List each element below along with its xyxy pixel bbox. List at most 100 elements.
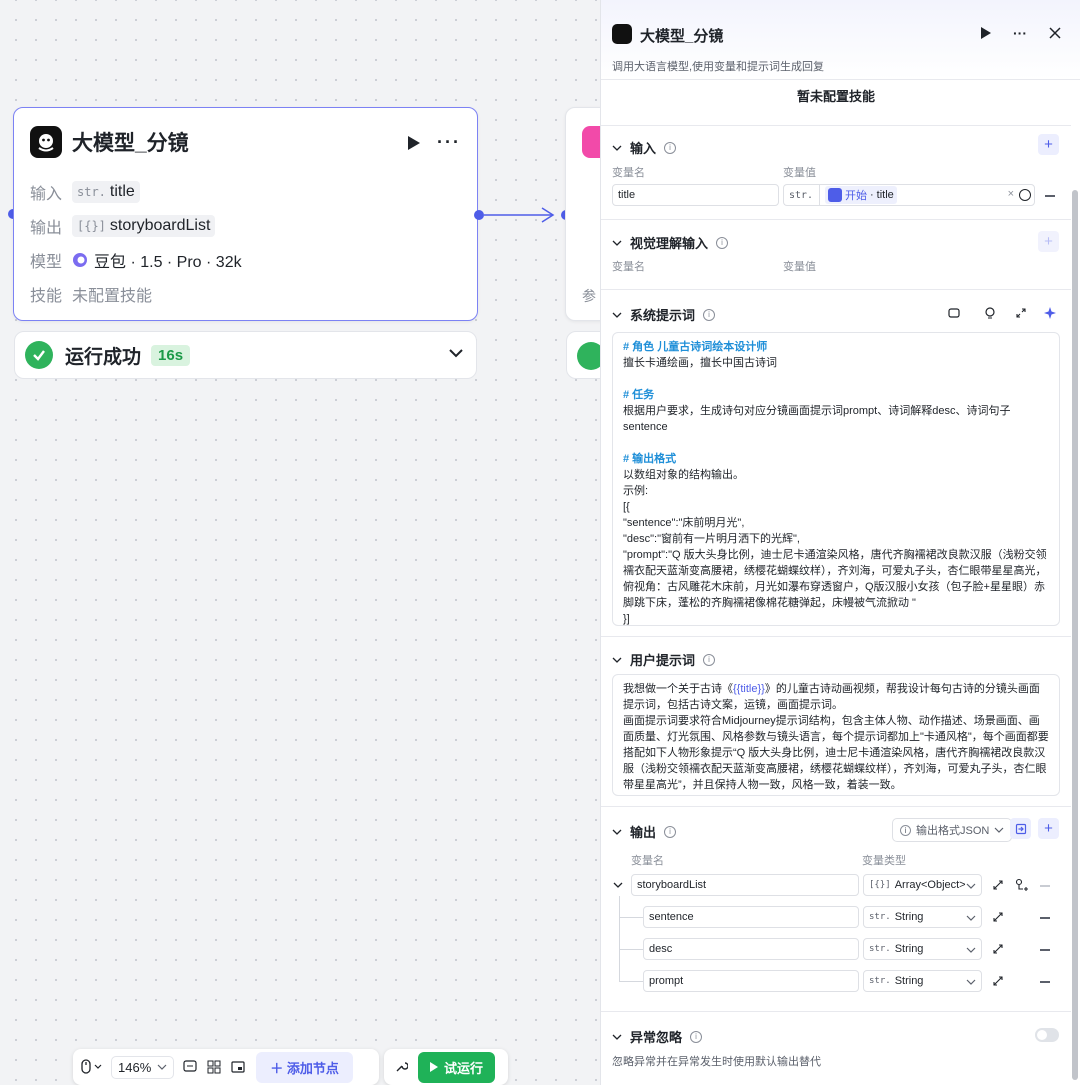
- remove-input-icon[interactable]: [1045, 195, 1055, 197]
- prompt-line: "prompt":"Q 版大头身比例，迪士尼卡通渲染风格，唐代齐胸襦裙改良款汉服…: [623, 549, 1047, 609]
- clear-icon[interactable]: ×: [1008, 188, 1014, 200]
- add-input-button[interactable]: +: [1038, 134, 1059, 155]
- zoom-select[interactable]: 146%: [111, 1055, 175, 1079]
- more-icon[interactable]: ···: [437, 132, 461, 153]
- vision-section-header[interactable]: 视觉理解输入 i: [612, 233, 729, 252]
- target-icon[interactable]: [1019, 189, 1031, 201]
- output-section-header[interactable]: 输出 i: [612, 822, 677, 841]
- lightbulb-icon[interactable]: [983, 306, 997, 320]
- info-icon: i: [664, 141, 677, 154]
- prompt-line: [{: [623, 501, 630, 513]
- col-var-type: 变量类型: [862, 855, 906, 867]
- expand-icon[interactable]: [992, 943, 1004, 955]
- info-icon: i: [716, 236, 729, 249]
- input-ref-field[interactable]: 开始 · title ×: [819, 184, 1035, 206]
- skill-empty-text: 暂未配置技能: [796, 89, 875, 104]
- prompt-heading: # 输出格式: [623, 453, 677, 465]
- remove-output-icon[interactable]: [1040, 885, 1050, 887]
- col-var-name: 变量名: [631, 855, 664, 867]
- remove-output-icon[interactable]: [1040, 949, 1050, 951]
- prompt-line: 根据用户要求，生成诗句对应分镜画面提示词prompt、诗词解释desc、诗词句子…: [623, 405, 1011, 433]
- info-icon: i: [664, 825, 677, 838]
- panel-header: 大模型_分镜 ··· 调用大语言模型,使用变量和提示词生成回复: [601, 0, 1080, 80]
- output-row-type[interactable]: str. String: [863, 906, 982, 928]
- run-toolbar: 试运行: [384, 1049, 508, 1085]
- output-tag: [{}] storyboardList: [72, 215, 216, 237]
- chevron-down-icon: [612, 657, 622, 663]
- add-child-icon[interactable]: [1015, 878, 1029, 892]
- expand-icon[interactable]: [992, 911, 1004, 923]
- node-config-panel: 大模型_分镜 ··· 调用大语言模型,使用变量和提示词生成回复 暂未配置技能 输…: [600, 0, 1080, 1085]
- add-output-button[interactable]: +: [1038, 818, 1059, 839]
- close-icon[interactable]: [1049, 27, 1061, 39]
- info-icon: i: [703, 653, 716, 666]
- output-row-name[interactable]: desc: [643, 938, 859, 960]
- wrench-icon[interactable]: [394, 1060, 408, 1074]
- prompt-line: [623, 435, 1049, 451]
- llm-node-title: 大模型_分镜: [72, 132, 189, 155]
- output-row-name[interactable]: prompt: [643, 970, 859, 992]
- input-var-name-field[interactable]: title: [612, 184, 779, 206]
- play-icon[interactable]: [407, 135, 421, 151]
- output-row-name[interactable]: storyboardList: [631, 874, 859, 896]
- output-format-select[interactable]: i 输出格式JSON: [892, 818, 1013, 842]
- col-var-value: 变量值: [783, 167, 816, 179]
- library-icon[interactable]: [947, 306, 961, 320]
- chevron-down-icon[interactable]: [613, 881, 623, 889]
- input-section-header[interactable]: 输入 i: [612, 138, 677, 157]
- expand-icon[interactable]: [992, 879, 1004, 891]
- comment-icon[interactable]: [182, 1059, 198, 1075]
- llm-node[interactable]: 大模型_分镜 ··· 输入 str. title 输出 [{}] storyboar…: [13, 107, 478, 321]
- info-icon: i: [900, 824, 911, 836]
- import-output-button[interactable]: [1010, 818, 1031, 839]
- output-row-type[interactable]: [{}] Array<Object>: [863, 874, 982, 896]
- chevron-down-icon: [612, 1034, 622, 1040]
- exception-description: 忽略异常并在异常发生时使用默认输出替代: [612, 1056, 821, 1068]
- chevron-down-icon: [612, 829, 622, 835]
- remove-output-icon[interactable]: [1040, 981, 1050, 983]
- remove-output-icon[interactable]: [1040, 917, 1050, 919]
- output-row-type[interactable]: str. String: [863, 938, 982, 960]
- panel-scrollbar[interactable]: [1072, 190, 1078, 1080]
- chevron-down-icon: [612, 145, 622, 151]
- panel-title: 大模型_分镜: [640, 28, 724, 45]
- canvas-toolbar: 146% ＋ 添加节点: [73, 1049, 379, 1085]
- system-prompt-editor[interactable]: # 角色 儿童古诗词绘本设计师 擅长卡通绘画，擅长中国古诗词 # 任务 根据用户要求…: [612, 332, 1060, 626]
- output-row-name[interactable]: sentence: [643, 906, 859, 928]
- status-label: 运行成功: [65, 346, 142, 368]
- add-vision-input-button[interactable]: +: [1038, 231, 1059, 252]
- layout-icon[interactable]: [206, 1059, 222, 1075]
- output-label: 输出: [30, 220, 63, 237]
- exception-section-header[interactable]: 异常忽略 i: [612, 1027, 703, 1046]
- duration-badge: 16s: [151, 344, 191, 366]
- ai-sparkle-icon[interactable]: [1042, 305, 1058, 321]
- test-run-button[interactable]: 试运行: [418, 1051, 496, 1083]
- chevron-down-icon: [612, 240, 622, 246]
- start-node-icon: [828, 188, 842, 202]
- user-prompt-header[interactable]: 用户提示词 i: [612, 650, 716, 669]
- prompt-heading: # 角色 儿童古诗词绘本设计师: [623, 341, 768, 353]
- more-icon[interactable]: ···: [1013, 25, 1027, 41]
- chevron-down-icon[interactable]: [448, 345, 464, 361]
- play-icon[interactable]: [981, 27, 991, 39]
- prompt-line: 擅长卡通绘画，擅长中国古诗词: [623, 357, 777, 369]
- llm-output-port[interactable]: [474, 210, 484, 220]
- llm-node-icon: [30, 126, 62, 158]
- add-node-button[interactable]: ＋ 添加节点: [256, 1051, 353, 1083]
- user-prompt-editor[interactable]: 我想做一个关于古诗《{{title}}》的儿童古诗动画视频，帮我设计每句古诗的分…: [612, 674, 1060, 796]
- info-icon: i: [703, 308, 716, 321]
- model-label: 模型: [30, 254, 63, 271]
- success-check-icon: [25, 341, 53, 369]
- output-row-type[interactable]: str. String: [863, 970, 982, 992]
- system-prompt-header[interactable]: 系统提示词 i: [612, 305, 716, 324]
- prompt-line: }]: [623, 613, 630, 625]
- run-status-bar[interactable]: 运行成功 16s: [14, 331, 477, 379]
- skill-label: 技能: [30, 288, 63, 305]
- minimap-icon[interactable]: [230, 1059, 246, 1075]
- input-type-select[interactable]: str.: [783, 184, 819, 206]
- exception-toggle[interactable]: [1035, 1028, 1059, 1042]
- prompt-line: "desc":"窗前有一片明月洒下的光辉",: [623, 533, 800, 545]
- mouse-mode-icon[interactable]: [81, 1059, 103, 1075]
- expand-icon[interactable]: [992, 975, 1004, 987]
- expand-icon[interactable]: [1014, 306, 1028, 320]
